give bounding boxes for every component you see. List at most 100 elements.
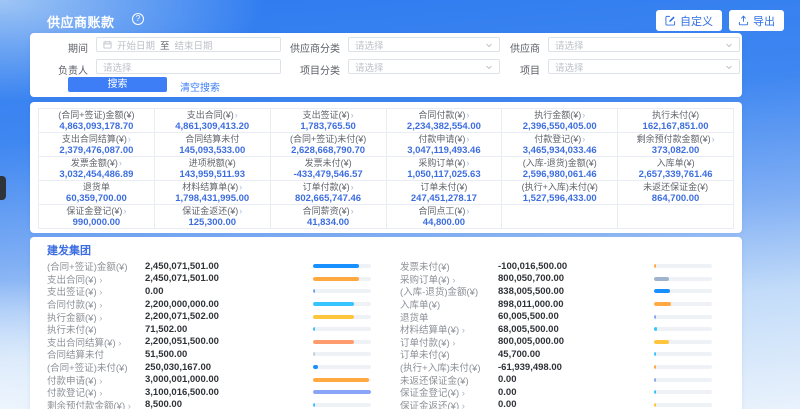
drilldown-arrow-icon: › <box>582 110 585 120</box>
summary-card-value: 2,379,476,087.00 <box>39 145 154 156</box>
value-bar-track <box>654 352 712 356</box>
supplier-group-link[interactable]: 建发集团 <box>47 245 91 258</box>
summary-card[interactable]: 订单付款(¥)›802,665,747.46 <box>271 181 386 204</box>
value-bar <box>313 264 359 268</box>
value-bar <box>313 302 354 306</box>
summary-card[interactable]: 付款申请(¥)›3,047,119,493.46 <box>387 133 502 156</box>
summary-card-value: 44,800.00 <box>387 217 502 228</box>
help-icon[interactable]: ? <box>132 13 144 25</box>
value-bar-track <box>313 365 371 369</box>
summary-card[interactable]: 保证金返还(¥)›125,300.00 <box>155 205 270 228</box>
summary-card-value: 145,093,533.00 <box>155 145 270 156</box>
summary-card-value: 1,798,431,995.00 <box>155 193 270 204</box>
summary-card[interactable]: 支出合同结算(¥)›2,379,476,087.00 <box>39 133 154 156</box>
drilldown-arrow-icon: › <box>119 158 122 168</box>
search-button[interactable]: 搜索 <box>68 77 167 92</box>
detail-row: 退货单60,005,500.00 <box>400 310 712 323</box>
detail-row: 合同结算未付51,500.00 <box>47 348 371 361</box>
supplier-category-select[interactable]: 请选择 <box>348 37 500 52</box>
summary-card[interactable]: 材料结算单(¥)›1,798,431,995.00 <box>155 181 270 204</box>
detail-row: 合同付款(¥) ›2,200,000,000.00 <box>47 298 371 311</box>
detail-row-label[interactable]: 剩余预付款金额(¥) › <box>47 398 145 409</box>
summary-card: (入库-退货)金额(¥)2,596,980,061.46 <box>502 157 617 180</box>
value-bar-track <box>313 403 371 407</box>
value-bar <box>654 327 657 331</box>
value-bar <box>654 403 656 407</box>
drilldown-arrow-icon: › <box>128 134 131 144</box>
filter-panel: 期间 开始日期 至 结束日期 供应商分类 请选择 供应商 请选择 负责人 请选择… <box>30 33 742 97</box>
value-bar <box>654 277 669 281</box>
summary-card-value: 802,665,747.46 <box>271 193 386 204</box>
value-bar <box>654 302 671 306</box>
date-range-input[interactable]: 开始日期 至 结束日期 <box>96 37 281 52</box>
summary-card[interactable]: 支出签证(¥)›1,783,765.50 <box>271 109 386 132</box>
detail-row: 支出合同(¥) ›2,450,071,501.00 <box>47 273 371 286</box>
supplier-category-label: 供应商分类 <box>268 40 340 55</box>
summary-card-value: 125,300.00 <box>155 217 270 228</box>
summary-card: 执行未付(¥)162,167,851.00 <box>618 109 733 132</box>
project-select[interactable]: 请选择 <box>548 59 740 74</box>
value-bar <box>654 390 656 394</box>
sidebar-collapse-handle[interactable] <box>0 176 6 200</box>
project-category-select[interactable]: 请选择 <box>348 59 500 74</box>
drilldown-arrow-icon: › <box>466 206 469 216</box>
start-date-placeholder: 开始日期 <box>117 38 155 52</box>
value-bar <box>654 352 656 356</box>
summary-card: 合同结算未付145,093,533.00 <box>155 133 270 156</box>
detail-row-value: 838,005,500.00 <box>498 286 654 297</box>
summary-card[interactable]: 支出合同(¥)›4,861,309,413.20 <box>155 109 270 132</box>
summary-card-value: 2,596,980,061.46 <box>502 169 617 180</box>
value-bar-track <box>313 352 371 356</box>
detail-row-value: 3,000,001,000.00 <box>145 374 313 385</box>
clear-search-link[interactable]: 清空搜索 <box>180 79 220 94</box>
summary-card: 入库单(¥)2,657,339,761.46 <box>618 157 733 180</box>
summary-card[interactable]: 执行金额(¥)›2,396,550,405.00 <box>502 109 617 132</box>
detail-column-left: (合同+签证)金额(¥)2,450,071,501.00支出合同(¥) ›2,4… <box>47 260 371 409</box>
summary-card-value: 60,359,700.00 <box>39 193 154 204</box>
detail-row-value: 0.00 <box>498 399 654 409</box>
summary-card[interactable]: 发票金额(¥)›3,032,454,486.89 <box>39 157 154 180</box>
value-bar-track <box>313 340 371 344</box>
summary-card[interactable]: 付款登记(¥)›3,465,934,033.46 <box>502 133 617 156</box>
supplier-select[interactable]: 请选择 <box>548 37 740 52</box>
summary-card[interactable]: 保证金登记(¥)›990,000.00 <box>39 205 154 228</box>
summary-card: (合同+签证)未付(¥)2,628,668,790.70 <box>271 133 386 156</box>
detail-row: (入库-退货)金额(¥)838,005,500.00 <box>400 285 712 298</box>
customize-button[interactable]: 自定义 <box>656 10 722 31</box>
detail-row-value: 60,005,500.00 <box>498 311 654 322</box>
summary-card[interactable]: 剩余预付款金额(¥)›373,082.00 <box>618 133 733 156</box>
detail-row-label[interactable]: 保证金返还(¥) › <box>400 398 498 409</box>
value-bar <box>313 327 315 331</box>
drilldown-arrow-icon: › <box>712 134 715 144</box>
value-bar-track <box>654 340 712 344</box>
summary-metrics-panel: (合同+签证)金额(¥)4,863,093,178.70支出合同(¥)›4,86… <box>30 102 742 233</box>
drilldown-arrow-icon: › <box>466 110 469 120</box>
value-bar-track <box>654 390 712 394</box>
range-separator: 至 <box>160 38 170 52</box>
detail-row-value: -61,939,498.00 <box>498 362 654 373</box>
period-label: 期间 <box>50 40 88 55</box>
detail-row-value: 250,030,167.00 <box>145 362 313 373</box>
value-bar <box>654 378 656 382</box>
summary-card[interactable]: 合同点工(¥)›44,800.00 <box>387 205 502 228</box>
value-bar <box>313 390 371 394</box>
detail-row-value: 898,011,000.00 <box>498 299 654 310</box>
summary-card: (合同+签证)金额(¥)4,863,093,178.70 <box>39 109 154 132</box>
value-bar <box>654 340 669 344</box>
value-bar <box>313 403 315 407</box>
summary-card[interactable]: 采购订单(¥)›1,050,117,025.63 <box>387 157 502 180</box>
detail-row-value: 51,500.00 <box>145 349 313 360</box>
value-bar-track <box>313 390 371 394</box>
value-bar <box>654 315 656 319</box>
value-bar-track <box>654 277 712 281</box>
toolbar: 自定义 导出 <box>656 10 784 31</box>
export-button[interactable]: 导出 <box>729 10 784 31</box>
summary-card[interactable]: 合同付款(¥)›2,234,382,554.00 <box>387 109 502 132</box>
owner-select[interactable]: 请选择 <box>96 59 281 74</box>
summary-card[interactable]: 合同薪资(¥)›41,834.00 <box>271 205 386 228</box>
detail-row-value: 2,200,051,500.00 <box>145 336 313 347</box>
detail-row-value: 0.00 <box>498 374 654 385</box>
detail-row: 支出签证(¥) ›0.00 <box>47 285 371 298</box>
value-bar-track <box>654 378 712 382</box>
value-bar <box>313 315 354 319</box>
